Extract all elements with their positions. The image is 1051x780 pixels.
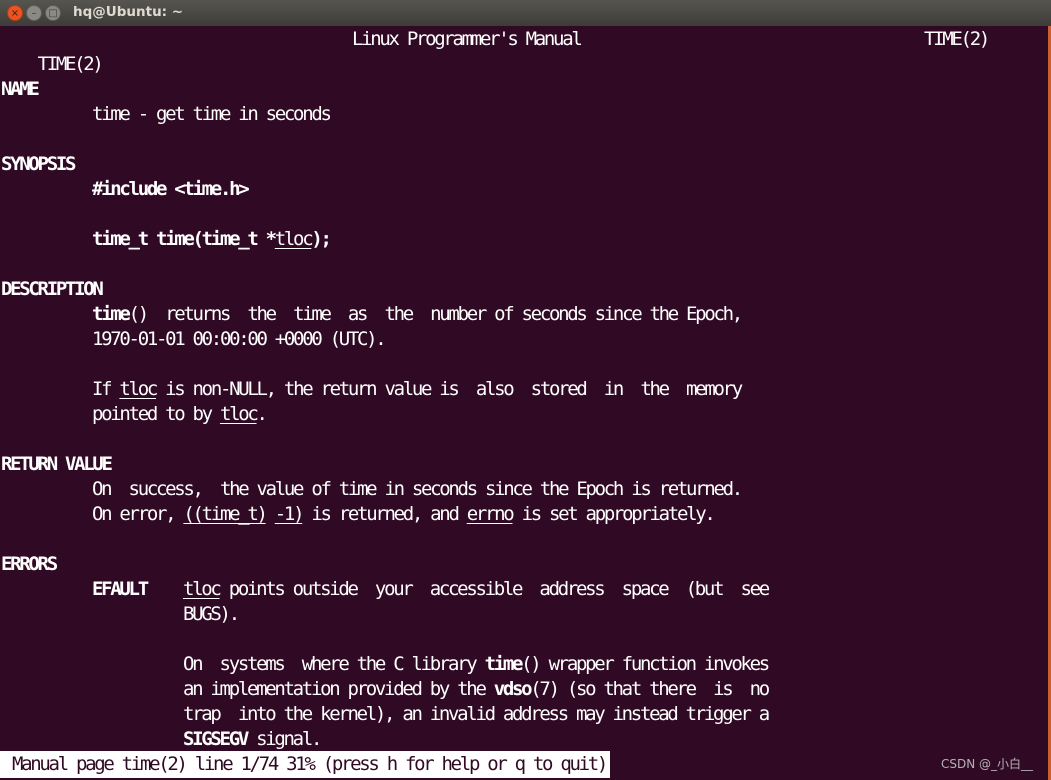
man-header: TIME(2)	[1, 27, 104, 75]
fn: vdso	[493, 678, 533, 700]
window-title: hq@Ubuntu: ~	[73, 4, 184, 20]
t	[266, 503, 275, 525]
proto-b: );	[311, 228, 332, 250]
error-code: EFAULT	[92, 578, 149, 600]
t: On systems where the C library	[183, 653, 485, 675]
err-line-1: tloc points outside your accessible addr…	[183, 577, 771, 602]
u: errno	[466, 503, 515, 525]
arg: tloc	[219, 403, 259, 425]
t: points outside your accessible address s…	[219, 578, 771, 600]
header-right: TIME(2)	[924, 28, 990, 50]
header-left: TIME(2)	[37, 53, 104, 75]
desc-line-3: If tloc is non-NULL, the return value is…	[92, 377, 743, 402]
err-line-6: SIGSEGV signal.	[183, 727, 322, 752]
t: () wrapper function invokes	[521, 653, 770, 675]
section-description: DESCRIPTION	[1, 278, 104, 300]
desc-fn: time	[92, 303, 131, 325]
section-name: NAME	[1, 78, 40, 100]
section-errors: ERRORS	[1, 553, 58, 575]
fn: time	[484, 653, 524, 675]
t: is non-NULL, the return value is also st…	[155, 378, 743, 400]
synopsis-prototype: time_t time(time_t *tloc);	[92, 227, 332, 252]
proto-arg: tloc	[274, 228, 314, 250]
section-synopsis: SYNOPSIS	[1, 153, 76, 175]
ret-line-2: On error, ((time_t) -1) is returned, and…	[92, 502, 716, 527]
terminal-view[interactable]: TIME(2) Linux Programmer's Manual TIME(2…	[0, 27, 1048, 780]
maximize-icon[interactable]: □	[45, 5, 61, 21]
arg: tloc	[183, 578, 222, 600]
minimize-icon[interactable]: –	[26, 5, 42, 21]
err-line-4: an implementation provided by the vdso(7…	[183, 677, 770, 702]
proto-a: time_t time(time_t *	[92, 228, 277, 250]
t: If	[92, 378, 120, 400]
ret-line-1: On success, the value of time in seconds…	[92, 478, 743, 500]
section-return-value: RETURN VALUE	[1, 453, 113, 475]
u: -1)	[274, 503, 305, 525]
err-line-3: On systems where the C library time() wr…	[183, 652, 770, 677]
u: ((time_t)	[183, 503, 268, 525]
err-line-2: BUGS).	[183, 603, 240, 625]
t: is set appropriately.	[512, 503, 716, 525]
t: an implementation provided by the	[183, 678, 494, 700]
desc-line-1: time() returns the time as the number of…	[92, 302, 744, 327]
window-titlebar[interactable]: × – □ hq@Ubuntu: ~	[0, 0, 1051, 26]
synopsis-include: #include <time.h>	[92, 178, 250, 200]
arg: tloc	[119, 378, 158, 400]
t: pointed to by	[92, 403, 220, 425]
watermark: CSDN @_小白__	[940, 757, 1033, 771]
desc-line-2: 1970-01-01 00:00:00 +0000 (UTC).	[92, 328, 387, 350]
close-icon[interactable]: ×	[7, 5, 23, 21]
pager-status-bar: Manual page time(2) line 1/74 31% (press…	[0, 751, 611, 778]
name-line: time - get time in seconds	[92, 103, 332, 125]
t: signal.	[246, 728, 322, 750]
desc-rest: () returns the time as the number of sec…	[128, 303, 744, 325]
t: (7) (so that there is no	[530, 678, 770, 700]
desc-line-4: pointed to by tloc.	[92, 402, 268, 427]
header-center: Linux Programmer's Manual	[352, 28, 583, 50]
err-line-5: trap into the kernel), an invalid addres…	[183, 703, 770, 725]
sig: SIGSEGV	[183, 728, 249, 750]
t: On error,	[92, 503, 184, 525]
t: is returned, and	[302, 503, 467, 525]
t: .	[256, 403, 268, 425]
